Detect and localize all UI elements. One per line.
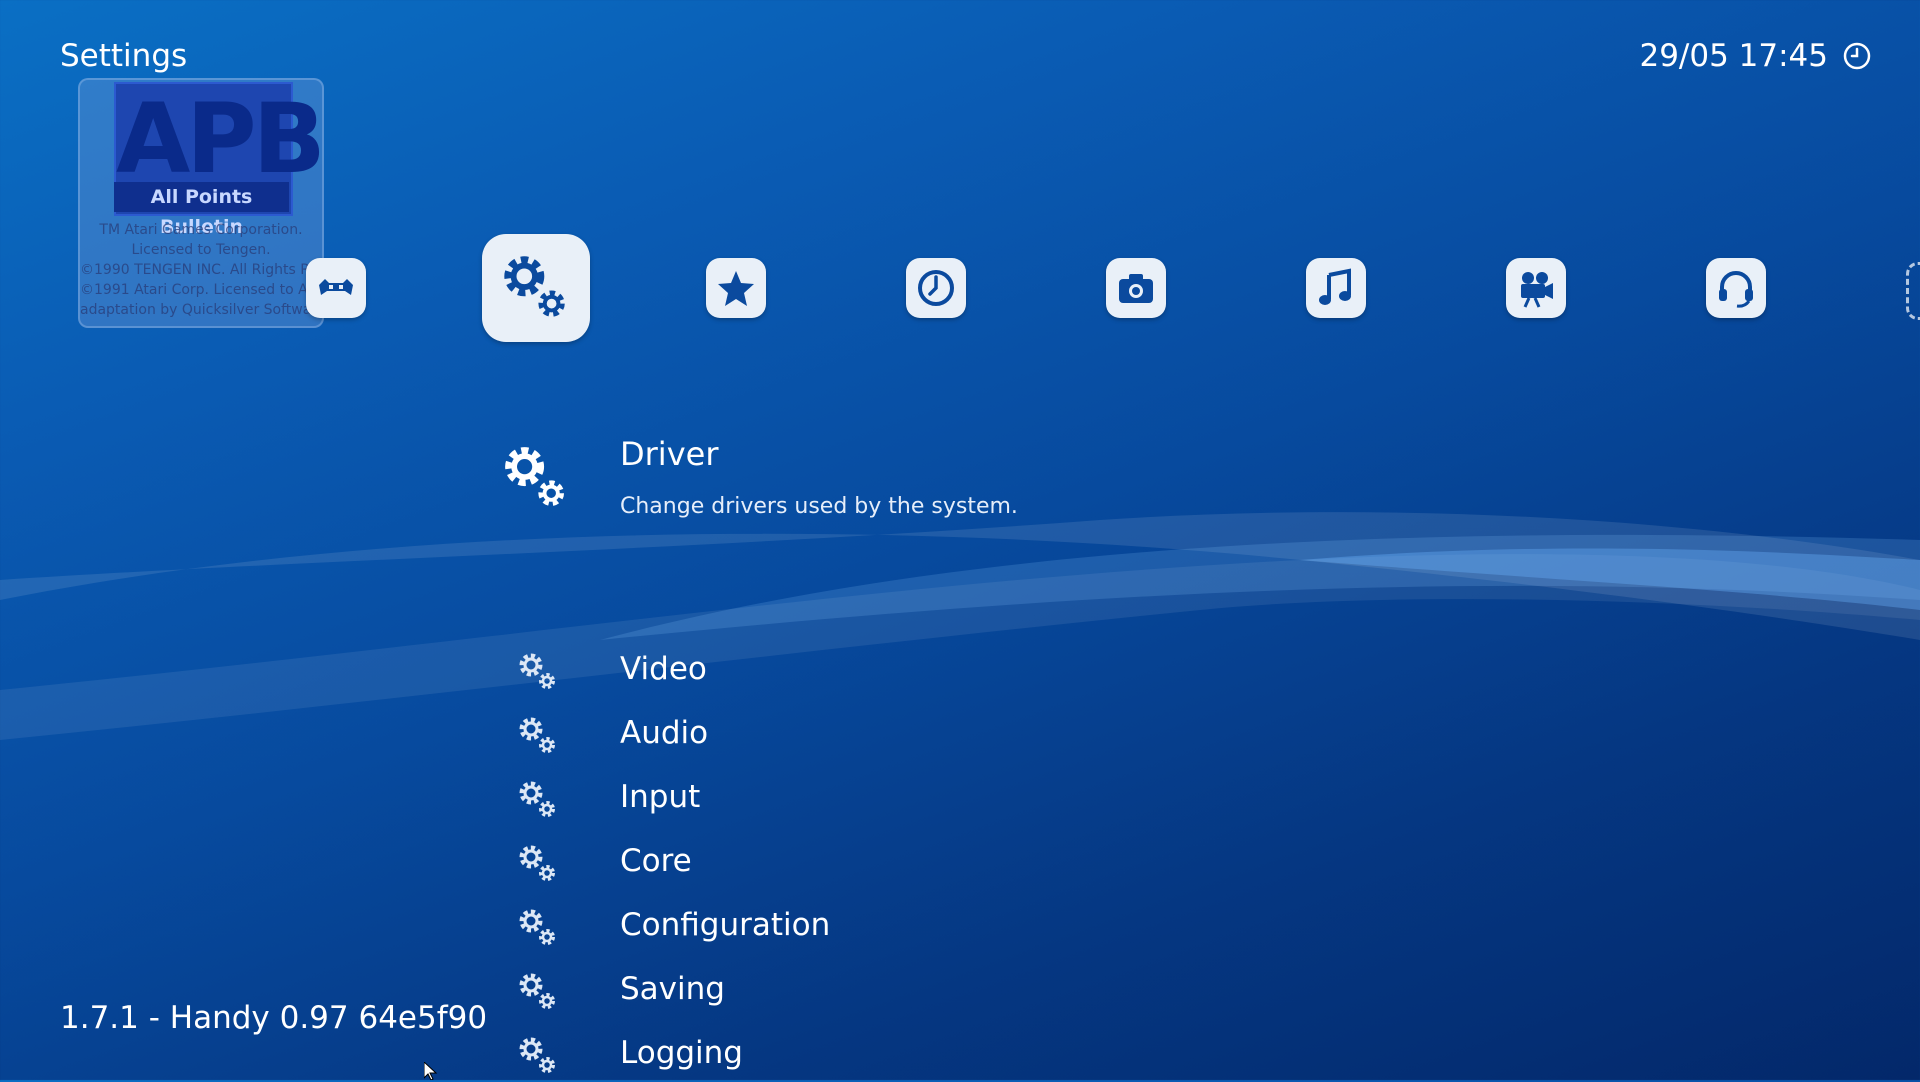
menu-item-input[interactable]: Input [516, 775, 1216, 825]
tab-history[interactable] [906, 258, 966, 318]
menu-item-label: Video [620, 651, 707, 687]
menu-item-label: Configuration [620, 907, 831, 943]
tab-main-menu[interactable] [306, 258, 366, 318]
credit-line: ©1991 Atari Corp. Licensed to Atari Corp… [80, 282, 322, 298]
clock: 29/05 17:45 [1639, 38, 1872, 74]
settings-gears-icon [504, 256, 565, 317]
content-thumbnail: APB All Points Bulletin TM Atari Games C… [78, 78, 324, 328]
thumbnail-credits: TM Atari Games Corporation. Licensed to … [80, 220, 322, 320]
clock-text: 29/05 17:45 [1639, 38, 1828, 74]
settings-gears-icon [516, 970, 560, 1014]
mouse-cursor-icon [424, 1062, 438, 1080]
headset-icon [1719, 271, 1753, 308]
menu-item-audio[interactable]: Audio [516, 711, 1216, 761]
tab-partial-edge[interactable] [1906, 262, 1920, 320]
settings-gears-icon [516, 778, 560, 822]
page-title: Settings [60, 38, 188, 74]
menu-item-video[interactable]: Video [516, 647, 1216, 697]
menu-item-label: Logging [620, 1035, 743, 1071]
settings-gears-icon [516, 714, 560, 758]
thumbnail-subtitle: All Points Bulletin [114, 182, 289, 238]
tab-videos[interactable] [1506, 258, 1566, 318]
menu-item-driver[interactable]: Driver [620, 435, 718, 473]
menu-item-configuration[interactable]: Configuration [516, 903, 1216, 953]
settings-gears-icon [516, 906, 560, 950]
star-icon [718, 271, 754, 306]
settings-gears-icon [516, 650, 560, 694]
version-info: 1.7.1 - Handy 0.97 64e5f90 [60, 1000, 488, 1036]
tab-settings[interactable] [482, 234, 590, 342]
tab-favorites[interactable] [706, 258, 766, 318]
settings-gears-icon [516, 842, 560, 886]
tab-music[interactable] [1306, 258, 1366, 318]
retroarch-invader-icon [319, 279, 353, 295]
music-note-icon [1319, 268, 1351, 305]
menu-item-label: Input [620, 779, 701, 815]
credit-line: adaptation by Quicksilver Software, Inc. [80, 302, 324, 318]
tab-netplay[interactable] [1706, 258, 1766, 318]
menu-item-label: Audio [620, 715, 709, 751]
video-camera-icon [1521, 272, 1553, 308]
tab-images[interactable] [1106, 258, 1166, 318]
menu-item-driver-sublabel: Change drivers used by the system. [620, 494, 1018, 519]
menu-item-core[interactable]: Core [516, 839, 1216, 889]
credit-line: ©1990 TENGEN INC. All Rights Reserved. [80, 262, 322, 278]
history-clock-icon [918, 270, 954, 306]
driver-item-icon [498, 440, 574, 516]
settings-gears-icon [516, 1034, 560, 1078]
credit-line: Licensed to Tengen. [131, 242, 271, 258]
menu-item-label: Saving [620, 971, 725, 1007]
camera-icon [1119, 274, 1153, 303]
menu-item-saving[interactable]: Saving [516, 967, 1216, 1017]
menu-item-logging[interactable]: Logging [516, 1031, 1216, 1081]
menu-item-label: Core [620, 843, 692, 879]
credit-line: TM Atari Games Corporation. [99, 222, 303, 238]
settings-gears-icon [505, 447, 565, 507]
clock-icon [1843, 42, 1871, 70]
